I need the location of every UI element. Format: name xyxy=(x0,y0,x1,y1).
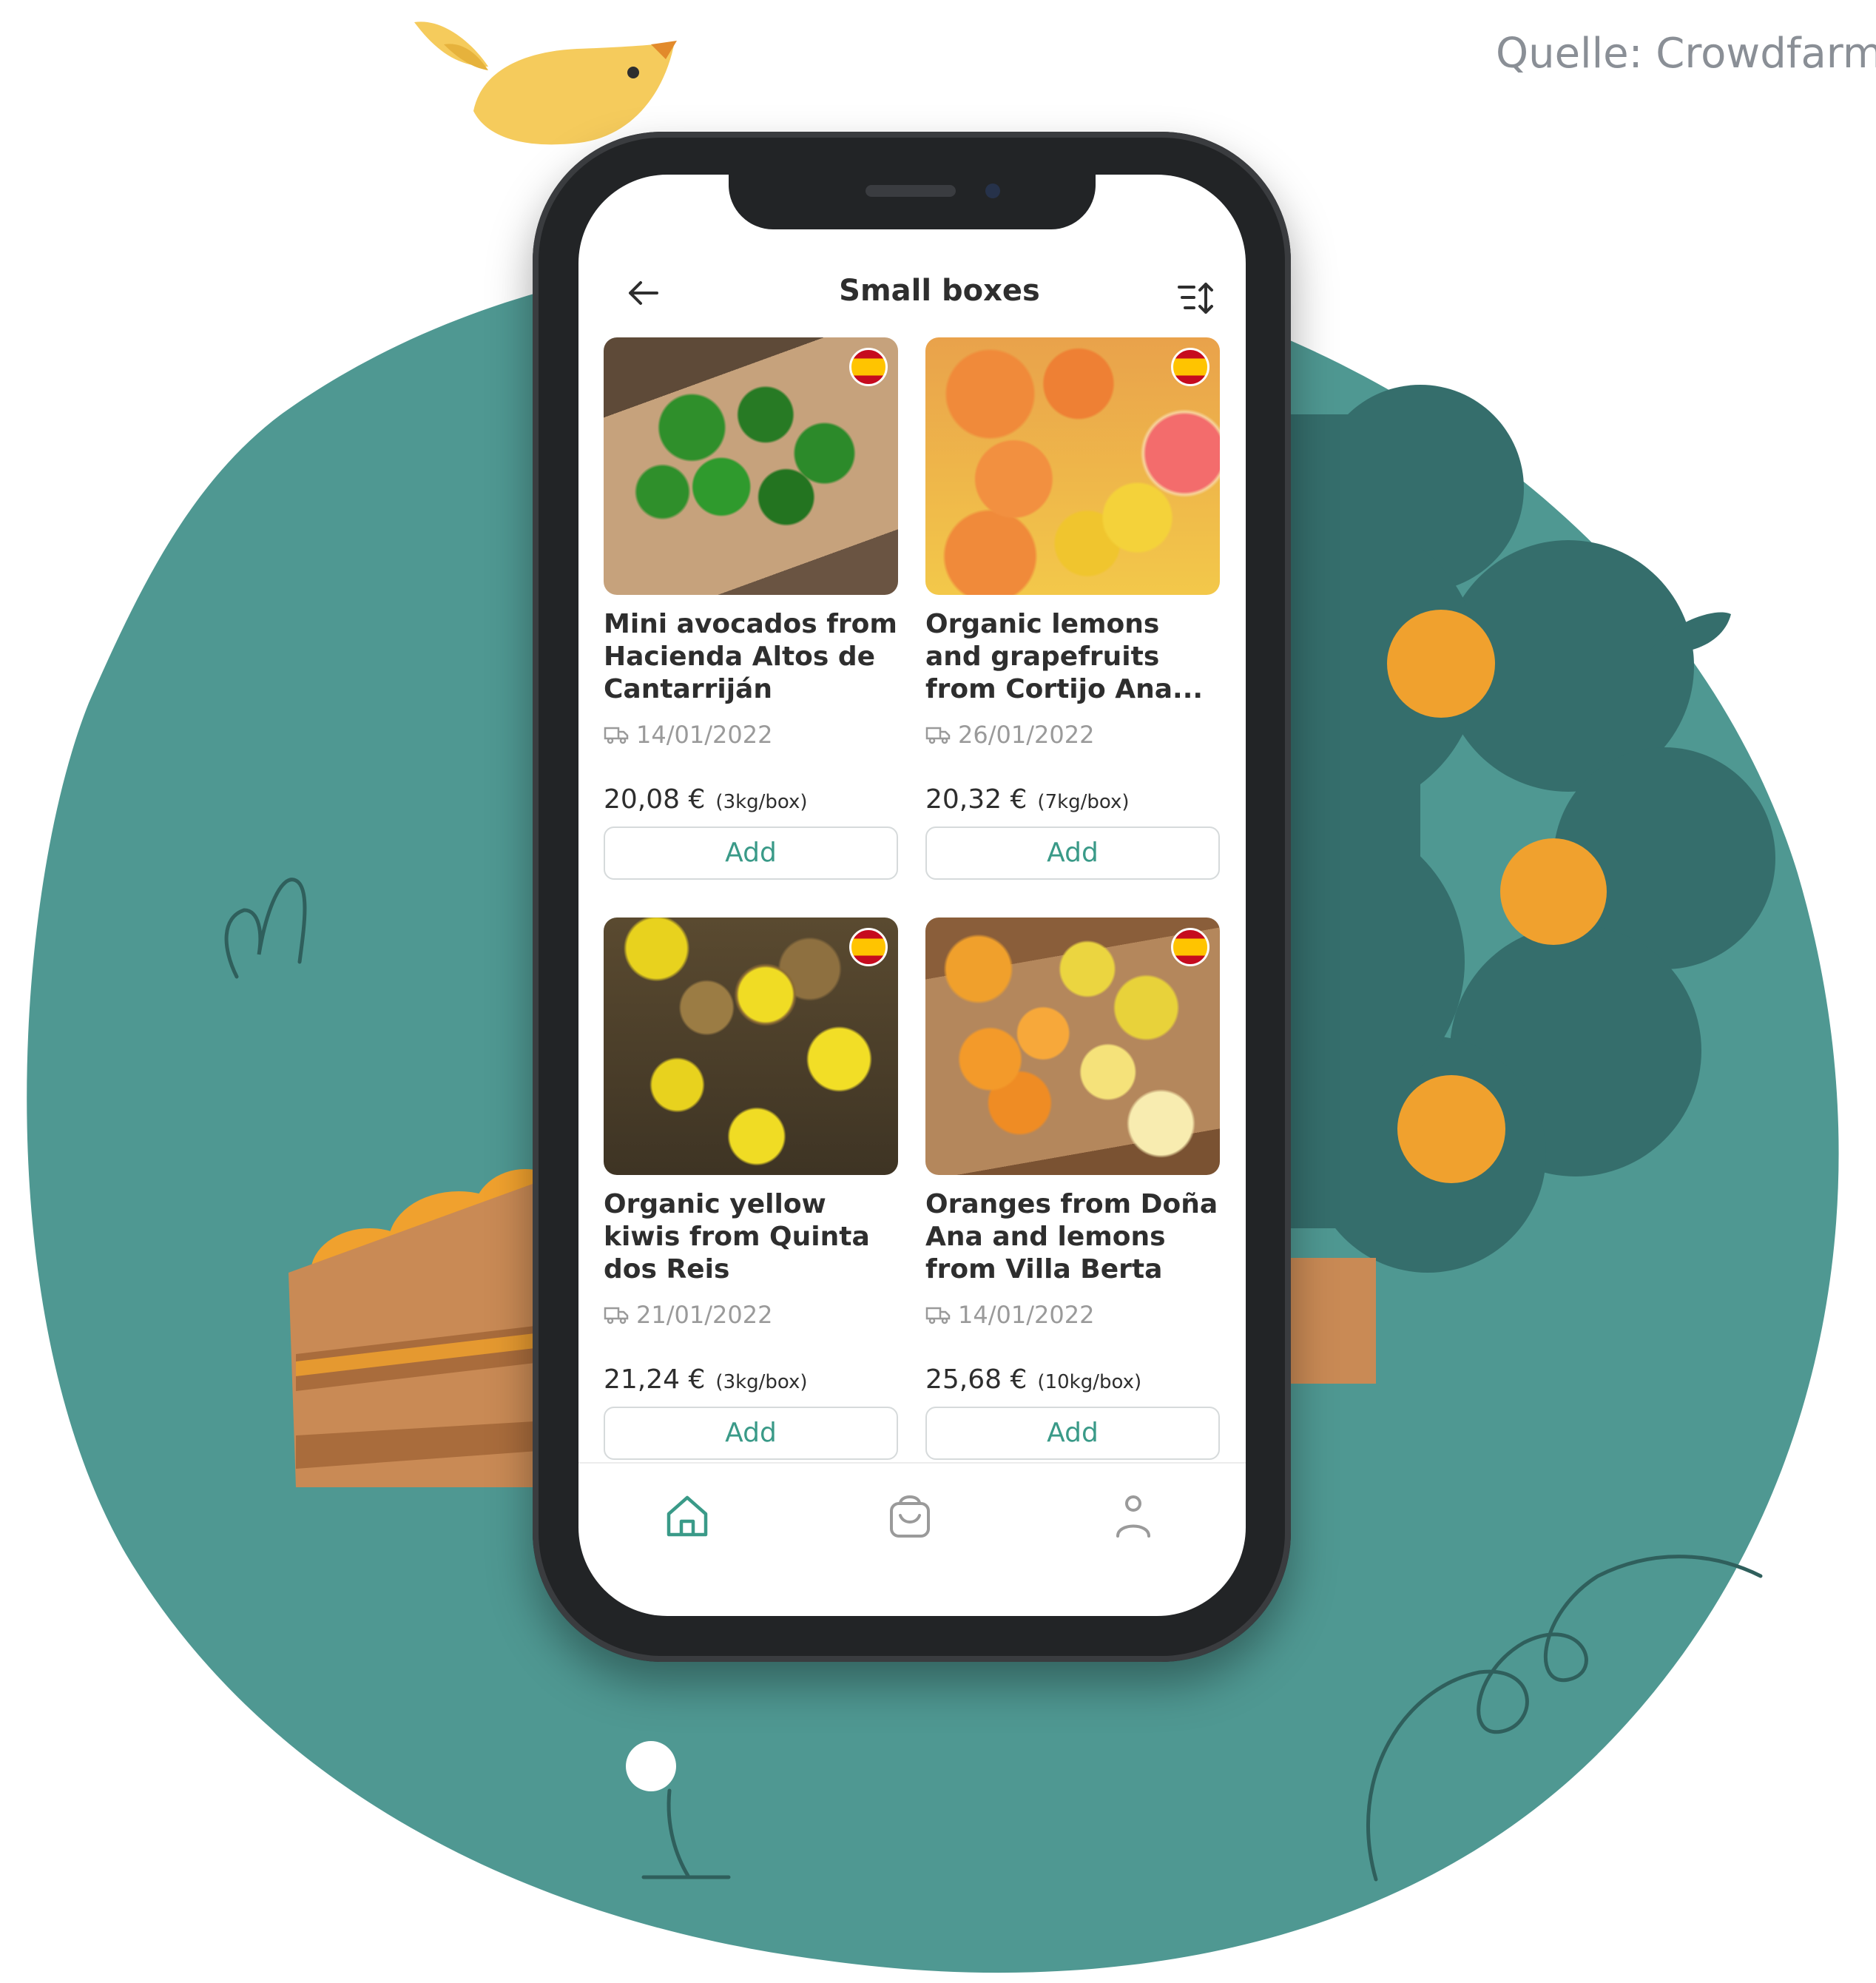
product-name: Mini avocados from Hacienda Altos de Can… xyxy=(604,609,897,704)
add-button[interactable]: Add xyxy=(925,1407,1220,1460)
spain-flag-icon xyxy=(849,928,888,966)
lemons-grapefruits-photo xyxy=(925,337,1220,595)
price-unit: (3kg/box) xyxy=(715,1371,808,1393)
arrow-left-icon[interactable] xyxy=(621,271,666,315)
front-camera xyxy=(985,184,1000,198)
delivery-date-text: 26/01/2022 xyxy=(958,721,1095,749)
delivery-date-text: 21/01/2022 xyxy=(636,1301,773,1329)
add-button[interactable]: Add xyxy=(925,826,1220,880)
avocado-box-photo xyxy=(604,337,898,595)
add-button[interactable]: Add xyxy=(604,1407,898,1460)
nav-divider xyxy=(578,1462,1246,1464)
sort-icon[interactable] xyxy=(1176,280,1218,317)
price-value: 20,32 € xyxy=(925,784,1028,815)
product-card[interactable]: Mini avocados from Hacienda Altos de Can… xyxy=(604,337,898,880)
price-value: 21,24 € xyxy=(604,1364,706,1395)
product-price: 20,32 € (7kg/box) xyxy=(925,784,1220,815)
price-unit: (10kg/box) xyxy=(1037,1371,1142,1393)
product-card[interactable]: Oranges from Doña Ana and lemons from Vi… xyxy=(925,918,1220,1460)
product-price: 21,24 € (3kg/box) xyxy=(604,1364,898,1395)
price-unit: (7kg/box) xyxy=(1037,791,1130,813)
delivery-date: 14/01/2022 xyxy=(925,1301,1220,1329)
orange-fruit-3 xyxy=(1397,1075,1505,1183)
product-name: Organic lemons and grapefruits from Cort… xyxy=(925,609,1204,704)
oranges-lemons-photo xyxy=(925,918,1220,1175)
bird xyxy=(414,21,677,145)
delivery-date: 26/01/2022 xyxy=(925,721,1220,749)
basket-icon[interactable] xyxy=(884,1490,936,1542)
delivery-date: 21/01/2022 xyxy=(604,1301,898,1329)
orange-fruit-1 xyxy=(1387,610,1495,718)
truck-icon xyxy=(604,727,629,744)
home-icon[interactable] xyxy=(661,1490,713,1542)
page-title: Small boxes xyxy=(839,274,1040,308)
yellow-kiwis-photo xyxy=(604,918,898,1175)
user-icon[interactable] xyxy=(1107,1490,1159,1542)
spain-flag-icon xyxy=(1171,928,1209,966)
add-button[interactable]: Add xyxy=(604,826,898,880)
spain-flag-icon xyxy=(1171,348,1209,386)
orange-fruit-2 xyxy=(1500,838,1607,945)
product-price: 25,68 € (10kg/box) xyxy=(925,1364,1220,1395)
truck-icon xyxy=(604,1307,629,1324)
phone-speaker xyxy=(866,185,956,197)
delivery-date-text: 14/01/2022 xyxy=(958,1301,1095,1329)
delivery-date-text: 14/01/2022 xyxy=(636,721,773,749)
price-value: 20,08 € xyxy=(604,784,706,815)
spain-flag-icon xyxy=(849,348,888,386)
price-value: 25,68 € xyxy=(925,1364,1028,1395)
product-card[interactable]: Organic lemons and grapefruits from Cort… xyxy=(925,337,1220,880)
delivery-date: 14/01/2022 xyxy=(604,721,898,749)
product-name: Organic yellow kiwis from Quinta dos Rei… xyxy=(604,1189,870,1285)
product-price: 20,08 € (3kg/box) xyxy=(604,784,898,815)
product-name: Oranges from Doña Ana and lemons from Vi… xyxy=(925,1189,1218,1285)
product-card[interactable]: Organic yellow kiwis from Quinta dos Rei… xyxy=(604,918,898,1460)
phone-notch xyxy=(729,175,1096,229)
truck-icon xyxy=(925,1307,951,1324)
price-unit: (3kg/box) xyxy=(715,791,808,813)
truck-icon xyxy=(925,727,951,744)
